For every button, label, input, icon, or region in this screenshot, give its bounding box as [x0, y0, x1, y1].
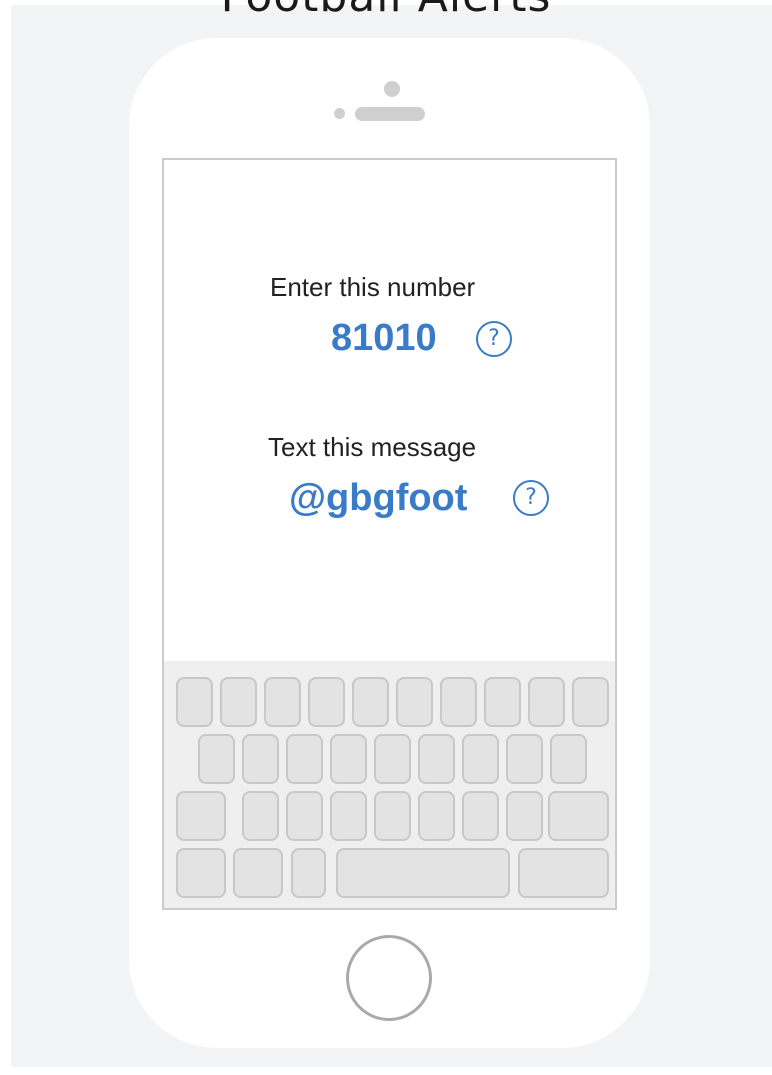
- keyboard-numbers-key: [176, 848, 226, 898]
- keyboard-key: [220, 677, 257, 727]
- keyboard-return-key: [518, 848, 609, 898]
- number-label: Enter this number: [270, 272, 476, 302]
- keyboard-key: [506, 734, 543, 784]
- keyboard-key: [286, 791, 323, 841]
- keyboard-key: [462, 734, 499, 784]
- keyboard-mic-key: [291, 848, 326, 898]
- keyboard-key: [242, 734, 279, 784]
- short-code-number: 81010: [331, 317, 437, 359]
- keyboard-illustration: [164, 661, 615, 908]
- keyboard-key: [572, 677, 609, 727]
- keyboard-key: [198, 734, 235, 784]
- keyboard-key: [264, 677, 301, 727]
- message-help-icon[interactable]: ?: [513, 480, 549, 516]
- keyboard-emoji-key: [233, 848, 283, 898]
- front-sensor: [384, 81, 400, 97]
- keyboard-key: [352, 677, 389, 727]
- keyboard-key: [418, 791, 455, 841]
- keyboard-space-key: [336, 848, 510, 898]
- message-label: Text this message: [268, 432, 477, 462]
- number-help-icon[interactable]: ?: [476, 321, 512, 357]
- keyboard-backspace-key: [548, 791, 609, 841]
- earpiece-speaker: [355, 107, 425, 121]
- keyboard-shift-key: [176, 791, 226, 841]
- keyboard-key: [330, 734, 367, 784]
- keyboard-key: [550, 734, 587, 784]
- keyboard-key: [176, 677, 213, 727]
- page-title: Football Alerts: [0, 0, 772, 22]
- phone-screen: Enter this number 81010 ? Text this mess…: [162, 158, 617, 910]
- keyboard-key: [528, 677, 565, 727]
- keyboard-key: [418, 734, 455, 784]
- keyboard-key: [374, 791, 411, 841]
- keyboard-key: [440, 677, 477, 727]
- keyboard-key: [286, 734, 323, 784]
- keyboard-key: [374, 734, 411, 784]
- keyboard-key: [330, 791, 367, 841]
- keyboard-key: [484, 677, 521, 727]
- keyboard-key: [462, 791, 499, 841]
- keyboard-key: [506, 791, 543, 841]
- home-button[interactable]: [346, 935, 432, 1021]
- keyboard-key: [242, 791, 279, 841]
- keyword-message: @gbgfoot: [289, 477, 468, 519]
- keyboard-key: [308, 677, 345, 727]
- front-camera: [334, 108, 345, 119]
- keyboard-key: [396, 677, 433, 727]
